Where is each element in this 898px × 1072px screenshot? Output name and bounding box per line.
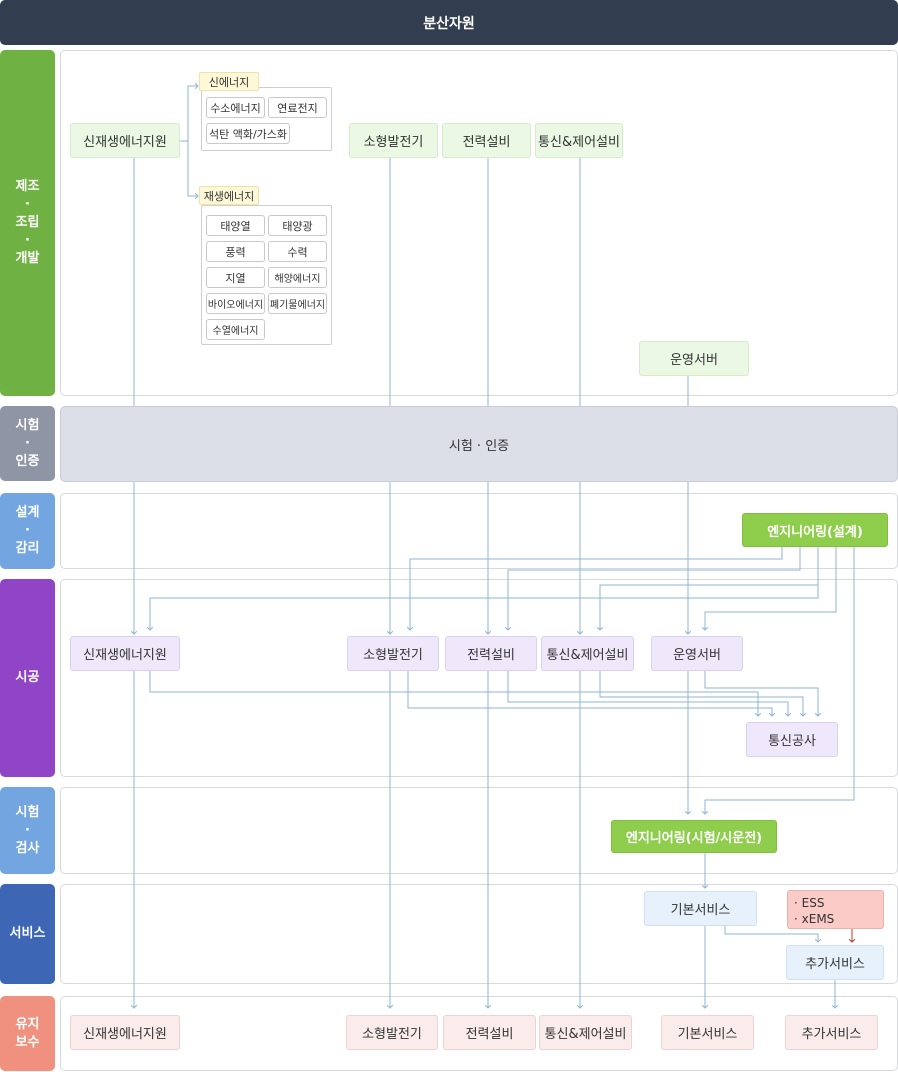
chip-wind: 풍력	[206, 241, 265, 262]
mfg-ops-server-label: 운영서버	[670, 353, 718, 368]
mfg-renewable-box: 신재생에너지원	[70, 123, 180, 158]
mnt-small-gen-label: 소형발전기	[362, 1027, 422, 1042]
chip-label: 수열에너지	[212, 326, 259, 337]
chip-label: 폐기물에너지	[269, 300, 326, 311]
con-telecom-box: 통신공사	[746, 722, 838, 757]
con-small-gen-box: 소형발전기	[347, 636, 439, 671]
con-comm-control-box: 통신&제어설비	[541, 636, 634, 671]
extra-option-ess: · ESS	[794, 896, 825, 910]
mfg-power-equip-box: 전력설비	[442, 123, 531, 158]
mnt-comm-control-box: 통신&제어설비	[539, 1015, 632, 1050]
basic-service-box: 기본서비스	[644, 891, 757, 926]
mnt-power-equip-box: 전력설비	[443, 1015, 536, 1050]
renewable-energy-tag: 재생에너지	[199, 186, 259, 205]
mfg-power-equip-label: 전력설비	[462, 135, 511, 150]
additional-service-box: 추가서비스	[786, 945, 884, 980]
con-small-gen-label: 소형발전기	[363, 648, 423, 663]
mnt-renewable-label: 신재생에너지원	[83, 1027, 167, 1042]
chip-geothermal: 지열	[206, 267, 265, 288]
chip-label: 태양열	[220, 219, 251, 233]
chip-hydrogen: 수소에너지	[206, 97, 265, 118]
mnt-small-gen-box: 소형발전기	[346, 1015, 438, 1050]
mfg-small-gen-label: 소형발전기	[363, 135, 424, 150]
mfg-ops-server-box: 운영서버	[639, 341, 749, 376]
new-energy-tag-label: 신에너지	[208, 75, 250, 89]
con-telecom-label: 통신공사	[768, 734, 816, 749]
engineering-design-label: 엔지니어링(설계)	[767, 524, 863, 540]
chip-label: 수소에너지	[210, 101, 261, 115]
chip-coal-liquefaction: 석탄 액화/가스화	[206, 123, 290, 144]
chip-label: 해양에너지	[274, 274, 321, 285]
mfg-comm-control-label: 통신&제어설비	[538, 135, 620, 150]
con-renewable-box: 신재생에너지원	[70, 636, 180, 671]
chip-ocean: 해양에너지	[268, 267, 327, 288]
con-power-equip-box: 전력설비	[445, 636, 537, 671]
con-ops-server-box: 운영서버	[651, 636, 743, 671]
extra-option-xems: · xEMS	[794, 912, 835, 926]
con-power-equip-label: 전력설비	[467, 648, 515, 663]
renewable-energy-tag-label: 재생에너지	[203, 189, 255, 203]
chip-label: 연료전지	[277, 101, 318, 115]
mfg-small-gen-box: 소형발전기	[349, 123, 438, 158]
chip-label: 수력	[287, 245, 308, 259]
mnt-basic-service-box: 기본서비스	[661, 1015, 754, 1050]
chip-hydro: 수력	[268, 241, 327, 262]
mnt-renewable-box: 신재생에너지원	[70, 1015, 180, 1050]
chip-label: 석탄 액화/가스화	[208, 127, 288, 141]
chip-water-heat: 수열에너지	[206, 319, 265, 340]
chip-waste: 폐기물에너지	[268, 293, 327, 314]
mnt-additional-service-label: 추가서비스	[801, 1027, 862, 1042]
engineering-test-box: 엔지니어링(시험/시운전)	[611, 820, 777, 853]
mnt-additional-service-box: 추가서비스	[785, 1015, 878, 1050]
mnt-basic-service-label: 기본서비스	[677, 1027, 738, 1042]
mnt-comm-control-label: 통신&제어설비	[544, 1027, 627, 1042]
chip-label: 바이오에너지	[207, 300, 264, 311]
chip-solar-pv: 태양광	[268, 215, 327, 236]
chip-solar-thermal: 태양열	[206, 215, 265, 236]
engineering-design-box: 엔지니어링(설계)	[742, 513, 888, 547]
mnt-power-equip-label: 전력설비	[465, 1027, 514, 1042]
con-comm-control-label: 통신&제어설비	[546, 648, 629, 663]
new-energy-tag: 신에너지	[199, 72, 259, 91]
additional-service-label: 추가서비스	[805, 957, 865, 972]
mfg-renewable-label: 신재생에너지원	[83, 135, 167, 150]
mfg-comm-control-box: 통신&제어설비	[535, 123, 623, 158]
chip-label: 태양광	[282, 219, 313, 233]
con-renewable-label: 신재생에너지원	[83, 648, 167, 663]
engineering-test-label: 엔지니어링(시험/시운전)	[625, 831, 763, 846]
chip-fuel-cell: 연료전지	[268, 97, 327, 118]
chip-label: 풍력	[225, 245, 246, 259]
extra-service-options: · ESS · xEMS	[787, 890, 884, 929]
basic-service-label: 기본서비스	[670, 903, 731, 918]
con-ops-server-label: 운영서버	[673, 648, 721, 663]
chip-label: 지열	[225, 271, 246, 285]
chip-bio: 바이오에너지	[206, 293, 265, 314]
